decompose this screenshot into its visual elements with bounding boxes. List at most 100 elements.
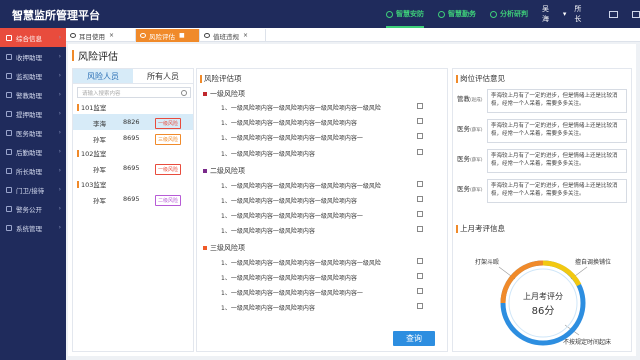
close-icon[interactable]: × [109, 32, 114, 39]
section-marker [456, 74, 458, 83]
risk-checkbox[interactable] [417, 303, 423, 309]
opinion-text[interactable]: 李海较上月有了一定的进步，但是情绪上还是比较消极，经常一个人呆着，需要多多关注。 [487, 89, 627, 113]
tab-duty[interactable]: 值班违规 × [200, 29, 266, 42]
person-row[interactable]: 孙军 8695 二级风险 [73, 191, 193, 207]
risk-item-text: 1、一级风险项内容一级风险项内容一级风险项内容一 [221, 290, 363, 297]
room-header[interactable]: 102监室 [77, 148, 106, 158]
opinion-role: 医务(薛军) [457, 123, 483, 133]
sidebar-item-logistics[interactable]: 后勤助理 › [0, 142, 66, 161]
search-input[interactable]: 请输入搜索内容 [77, 87, 191, 98]
role-person: (薛军) [470, 158, 483, 163]
public-icon [6, 205, 12, 212]
sidebar-item-public[interactable]: 警务公开 › [0, 199, 66, 218]
tab-risk[interactable]: 风险评估 ■ [136, 29, 200, 42]
opinions-panel: 岗位评估意见 管教(赵成) 李海较上月有了一定的进步，但是情绪上还是比较消极，经常… [452, 68, 632, 352]
sidebar-item-system[interactable]: 系统管理 › [0, 218, 66, 237]
sidebar-item-label: 警教助理 [16, 91, 42, 100]
room-header[interactable]: 101监室 [77, 102, 106, 112]
risk-checkbox[interactable] [417, 226, 423, 232]
nav-label: 智慧安防 [396, 10, 424, 18]
risk-checkbox[interactable] [417, 273, 423, 279]
mail-icon[interactable] [609, 10, 618, 18]
sidebar-item-police[interactable]: 警教助理 › [0, 85, 66, 104]
chevron-right-icon: › [58, 72, 61, 79]
analysis-icon [490, 10, 497, 18]
person-no: 8695 [123, 134, 140, 142]
risk-item-text: 1、一级风险项内容一级风险项内容 [221, 151, 315, 158]
risk-checkbox[interactable] [417, 196, 423, 202]
risk-checkbox[interactable] [417, 133, 423, 139]
risk-checkbox[interactable] [417, 181, 423, 187]
system-icon [6, 224, 12, 231]
opinion-text[interactable]: 李海较上月有了一定的进步，但是情绪上还是比较消极，经常一个人呆着，需要多多关注。 [487, 149, 627, 173]
opinion-text[interactable]: 李海较上月有了一定的进步，但是情绪上还是比较消极，经常一个人呆着，需要多多关注。 [487, 119, 627, 143]
sidebar-item-intake[interactable]: 收押助理 › [0, 47, 66, 66]
sidebar-item-medical[interactable]: 医务助理 › [0, 123, 66, 142]
risk-checkbox[interactable] [417, 288, 423, 294]
close-icon[interactable]: × [243, 32, 248, 39]
nav-smart-security[interactable]: 智慧安防 [386, 0, 424, 28]
chevron-right-icon: › [58, 186, 61, 193]
tab-risk-people[interactable]: 风险人员 [73, 69, 133, 83]
risk-item: 1、一级风险项内容一级风险项内容一级风险项内容一 [221, 133, 445, 142]
tab-all-people[interactable]: 所有人员 [133, 69, 193, 83]
nav-smart-duty[interactable]: 智慧勤务 [438, 0, 476, 28]
person-no: 8695 [123, 195, 140, 203]
sidebar-item-info[interactable]: 综合信息 › [0, 28, 66, 47]
risk-checkbox[interactable] [417, 149, 423, 155]
close-icon[interactable]: ■ [179, 32, 185, 39]
sidebar-item-escort[interactable]: 提押助理 › [0, 104, 66, 123]
risk-checkbox[interactable] [417, 211, 423, 217]
sidebar-item-director[interactable]: 所长助理 › [0, 161, 66, 180]
person-name: 孙军 [93, 197, 106, 205]
monitor-icon [6, 72, 12, 79]
nav-analysis[interactable]: 分析研判 [490, 0, 528, 28]
sidebar-item-label: 门卫/接待 [16, 186, 45, 195]
user-name[interactable]: 吴海 [542, 4, 555, 24]
escort-icon [6, 110, 12, 117]
risk-icon [140, 33, 146, 38]
role-person: (薛军) [470, 128, 483, 133]
person-name: 孙军 [93, 136, 106, 144]
sidebar-item-label: 所长助理 [16, 167, 42, 176]
chevron-right-icon: › [58, 167, 61, 174]
search-icon[interactable] [181, 90, 187, 96]
user-area: 吴海 ▾ 所长 [542, 0, 640, 28]
sidebar-item-gate[interactable]: 门卫/接待 › [0, 180, 66, 199]
risk-item-text: 1、一级风险项内容一级风险项内容一级风险项内容一 [221, 213, 363, 220]
risk-item-text: 1、一级风险项内容一级风险项内容一级风险项内容 [221, 198, 357, 205]
exit-icon[interactable] [631, 10, 640, 18]
room-header[interactable]: 103监室 [77, 179, 106, 189]
person-no: 8695 [123, 164, 140, 172]
room-name: 102监室 [81, 150, 107, 158]
room-marker [77, 103, 79, 111]
query-button[interactable]: 查询 [393, 331, 435, 346]
level-header: 二级风险项 [203, 166, 245, 176]
nav-label: 智慧勤务 [448, 10, 476, 18]
opinion-text[interactable]: 李海较上月有了一定的进步，但是情绪上还是比较消极，经常一个人呆着，需要多多关注。 [487, 179, 627, 203]
sidebar-item-label: 提押助理 [16, 110, 42, 119]
risk-checkbox[interactable] [417, 103, 423, 109]
role-person: (薛军) [470, 188, 483, 193]
tab-informant[interactable]: 耳目使用 × [66, 29, 136, 42]
risk-item-text: 1、一级风险项内容一级风险项内容一级风险项内容 [221, 275, 357, 282]
opinion-role: 医务(薛军) [457, 153, 483, 163]
app-title: 智慧监所管理平台 [12, 9, 100, 22]
user-role: 所长 [574, 5, 582, 23]
sidebar-item-label: 警务公开 [16, 205, 42, 214]
sidebar-item-monitor[interactable]: 监视助理 › [0, 66, 66, 85]
risk-item: 1、一级风险项内容一级风险项内容 [221, 226, 445, 235]
person-row[interactable]: 李海 8826 一级风险 [73, 114, 193, 130]
room-marker [77, 149, 79, 157]
person-row[interactable]: 孙军 8695 一级风险 [73, 160, 193, 176]
chevron-right-icon: › [58, 91, 61, 98]
person-row[interactable]: 孙军 8695 三级风险 [73, 130, 193, 146]
logistics-icon [6, 148, 12, 155]
chevron-down-icon[interactable]: ▾ [563, 10, 567, 18]
risk-checkbox[interactable] [417, 258, 423, 264]
opinion-role: 管教(赵成) [457, 93, 483, 103]
police-icon [6, 91, 12, 98]
risk-item-text: 1、一级风险项内容一级风险项内容 [221, 305, 315, 312]
risk-checkbox[interactable] [417, 118, 423, 124]
risk-item: 1、一级风险项内容一级风险项内容一级风险项内容 [221, 196, 445, 205]
